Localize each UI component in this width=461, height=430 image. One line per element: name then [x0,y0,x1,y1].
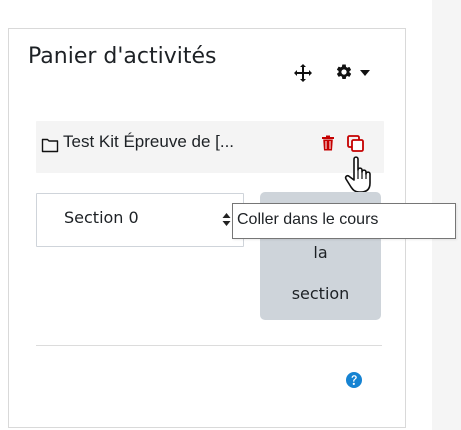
gear-icon[interactable] [335,63,353,81]
select-arrows-icon [222,213,231,226]
help-icon[interactable] [345,371,363,389]
folder-icon [41,138,59,153]
copy-icon[interactable] [345,134,365,154]
paste-button-text-line-2: section [291,284,350,303]
move-icon[interactable] [293,63,313,83]
trash-icon[interactable] [321,135,335,151]
block-divider [36,345,382,346]
basket-item-label: Test Kit Épreuve de [... [63,132,235,151]
tooltip-text: Coller dans le cours [237,211,379,228]
block-title: Panier d'activités [28,44,217,69]
paste-button-text-line-1: la [313,243,328,262]
page: Panier d'activités Test Kit Épreuve de [… [0,0,461,430]
section-select-value: Section 0 [64,208,139,227]
caret-down-icon[interactable] [360,70,370,76]
